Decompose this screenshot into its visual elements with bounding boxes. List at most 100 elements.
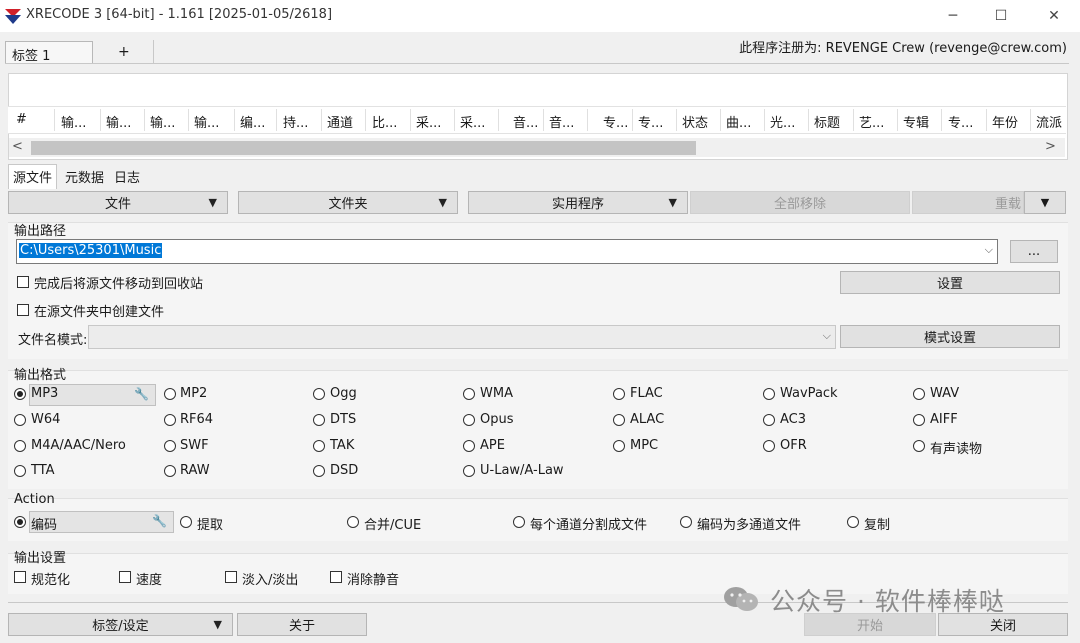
format-radio-wavpack[interactable] [763, 388, 775, 400]
maximize-button[interactable]: ☐ [978, 0, 1024, 32]
column-header[interactable]: 持... [283, 112, 321, 130]
action-radio-split-channels[interactable] [513, 516, 525, 528]
tags-settings-button[interactable]: 标签/设定 ▼ [8, 613, 233, 636]
format-radio-m4a[interactable] [14, 440, 26, 452]
format-label-ofr: OFR [780, 438, 807, 453]
format-radio-swf[interactable] [164, 440, 176, 452]
tab-1-label: 标签 1 [12, 49, 51, 64]
tab-log[interactable]: 日志 [110, 165, 144, 189]
wrench-icon[interactable]: 🔧 [152, 514, 167, 528]
action-radio-merge-cue[interactable] [347, 516, 359, 528]
format-label-wav: WAV [930, 386, 960, 401]
column-header[interactable]: 曲... [726, 112, 764, 130]
speed-checkbox[interactable] [119, 571, 131, 583]
column-header[interactable]: 光... [770, 112, 808, 130]
column-header[interactable]: 状态 [682, 112, 722, 130]
reload-dropdown-button[interactable]: ▼ [1024, 191, 1066, 214]
format-label-w64: W64 [31, 412, 61, 427]
action-radio-copy[interactable] [847, 516, 859, 528]
format-radio-mpc[interactable] [613, 440, 625, 452]
remove-silence-checkbox[interactable] [330, 571, 342, 583]
format-radio-wav[interactable] [913, 388, 925, 400]
wrench-icon[interactable]: 🔧 [134, 387, 149, 401]
files-button[interactable]: 文件 ▼ [8, 191, 228, 214]
format-radio-wma[interactable] [463, 388, 475, 400]
format-radio-ofr[interactable] [763, 440, 775, 452]
format-radio-alac[interactable] [613, 414, 625, 426]
tab-metadata[interactable]: 元数据 [61, 165, 108, 189]
column-header[interactable]: 通道 [327, 112, 367, 130]
format-radio-ulaw[interactable] [463, 465, 475, 477]
format-radio-tta[interactable] [14, 465, 26, 477]
format-label-tta: TTA [31, 463, 55, 478]
reload-button[interactable]: 重载 [912, 191, 1024, 214]
format-radio-mp2[interactable] [164, 388, 176, 400]
format-radio-tak[interactable] [313, 440, 325, 452]
format-radio-mp3[interactable] [14, 388, 26, 400]
format-radio-raw[interactable] [164, 465, 176, 477]
format-radio-ogg[interactable] [313, 388, 325, 400]
output-path-input[interactable]: C:\Users\25301\Music ⌵ [16, 239, 998, 264]
fade-checkbox[interactable] [225, 571, 237, 583]
files-button-label: 文件 [104, 197, 131, 212]
browse-button[interactable]: ... [1010, 240, 1058, 263]
format-radio-dsd[interactable] [313, 465, 325, 477]
tab-1[interactable]: 标签 1 [5, 41, 93, 64]
chevron-down-icon[interactable]: ⌵ [985, 243, 993, 257]
format-radio-ac3[interactable] [763, 414, 775, 426]
column-header[interactable]: 输... [106, 112, 144, 130]
format-radio-audiobook[interactable] [913, 440, 925, 452]
format-radio-ape[interactable] [463, 440, 475, 452]
column-header[interactable]: 输... [61, 112, 99, 130]
settings-button[interactable]: 设置 [840, 271, 1060, 294]
column-header[interactable]: 编... [240, 112, 278, 130]
utilities-button[interactable]: 实用程序 ▼ [468, 191, 688, 214]
column-header[interactable]: 输... [150, 112, 188, 130]
column-header[interactable]: 比... [372, 112, 410, 130]
move-to-recycle-checkbox[interactable] [17, 276, 29, 288]
minimize-button[interactable]: ─ [930, 0, 976, 32]
close-window-button[interactable]: ✕ [1031, 0, 1077, 32]
action-radio-multichannel[interactable] [680, 516, 692, 528]
column-header[interactable]: 专... [948, 112, 986, 130]
format-radio-aiff[interactable] [913, 414, 925, 426]
remove-all-button[interactable]: 全部移除 [690, 191, 910, 214]
about-button[interactable]: 关于 [237, 613, 367, 636]
column-header[interactable]: 采... [460, 112, 498, 130]
format-radio-rf64[interactable] [164, 414, 176, 426]
tab-source-files[interactable]: 源文件 [8, 164, 58, 189]
chevron-down-icon: ⌵ [822, 329, 831, 342]
wechat-logo-icon [724, 587, 758, 611]
column-header[interactable]: 标题 [814, 112, 854, 130]
column-header[interactable]: 输... [194, 112, 232, 130]
scroll-right-icon[interactable]: > [1045, 139, 1056, 154]
column-header[interactable]: 流派 [1036, 112, 1066, 130]
folder-button[interactable]: 文件夹 ▼ [238, 191, 458, 214]
format-radio-dts[interactable] [313, 414, 325, 426]
scroll-left-icon[interactable]: < [12, 139, 23, 154]
column-header[interactable]: 音... [513, 112, 547, 130]
add-tab-button[interactable]: + [118, 44, 130, 60]
scrollbar-thumb[interactable] [31, 141, 696, 155]
output-path-title: 输出路径 [14, 224, 67, 239]
utilities-button-label: 实用程序 [551, 197, 604, 212]
action-radio-extract[interactable] [180, 516, 192, 528]
normalize-checkbox[interactable] [14, 571, 26, 583]
column-header[interactable]: 艺... [859, 112, 897, 130]
column-header[interactable]: 采... [416, 112, 454, 130]
create-in-source-checkbox[interactable] [17, 304, 29, 316]
caret-down-icon: ▼ [1040, 196, 1050, 209]
column-header[interactable]: 年份 [992, 112, 1032, 130]
mode-settings-button[interactable]: 模式设置 [840, 325, 1060, 348]
start-button[interactable]: 开始 [804, 613, 936, 636]
column-header[interactable]: 专辑 [903, 112, 943, 130]
format-radio-w64[interactable] [14, 414, 26, 426]
format-radio-flac[interactable] [613, 388, 625, 400]
column-header[interactable]: 专... [638, 112, 676, 130]
close-button[interactable]: 关闭 [938, 613, 1068, 636]
column-header[interactable]: 音... [549, 112, 587, 130]
filename-mode-select[interactable]: ⌵ [88, 325, 836, 349]
column-header[interactable]: # [16, 112, 52, 130]
format-radio-opus[interactable] [463, 414, 475, 426]
action-radio-encode[interactable] [14, 516, 26, 528]
